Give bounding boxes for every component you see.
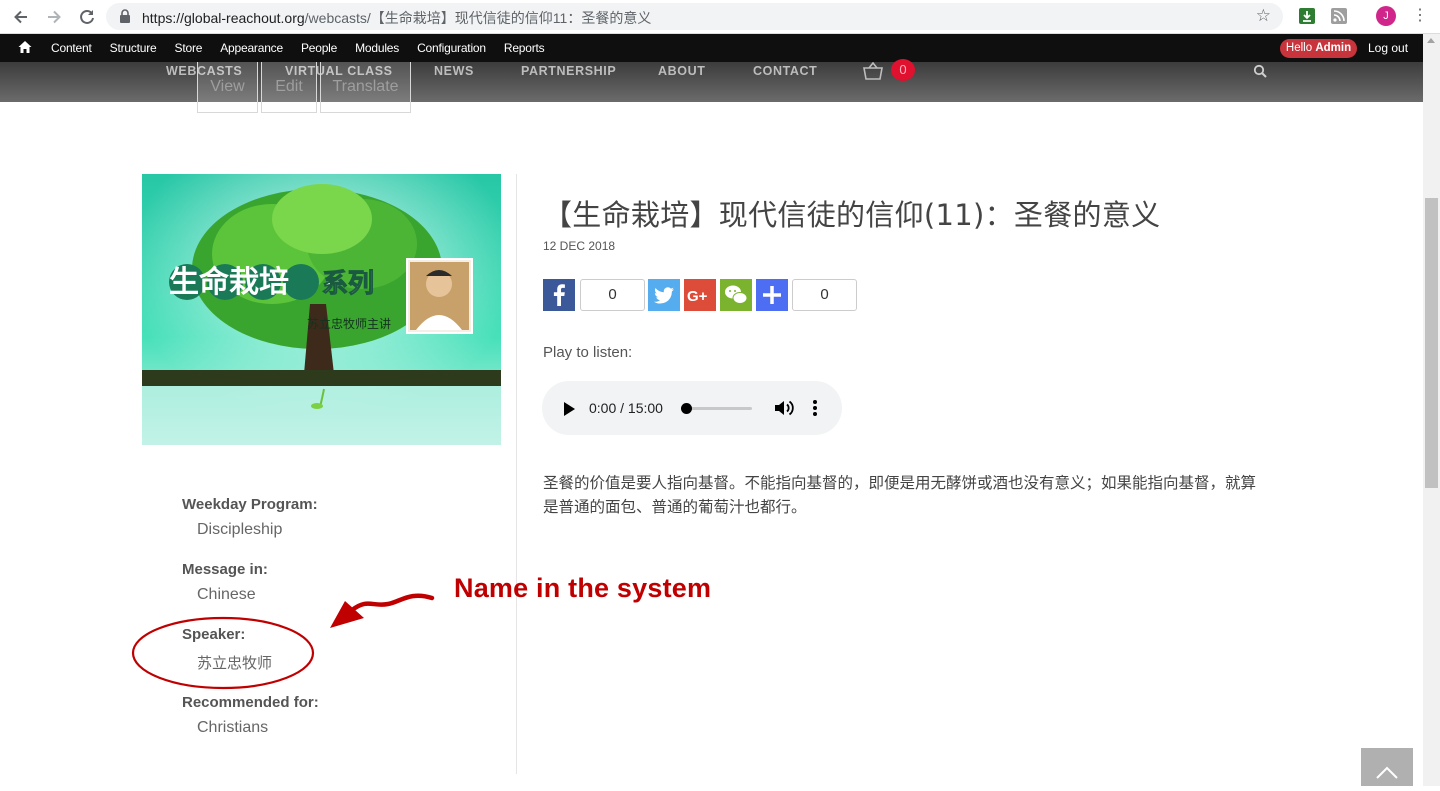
tab-view[interactable]: View: [197, 62, 258, 113]
meta-label-speaker: Speaker:: [182, 626, 246, 643]
search-icon[interactable]: [1253, 64, 1267, 78]
volume-icon[interactable]: [774, 399, 794, 417]
more-vert-icon[interactable]: ⋮: [1412, 6, 1428, 26]
logout-link[interactable]: Log out: [1368, 34, 1408, 62]
url-text[interactable]: https://global-reachout.org/webcasts/【生命…: [142, 8, 651, 28]
hero-series-text: 系列: [322, 269, 374, 299]
audio-progress-knob[interactable]: [681, 403, 692, 414]
meta-value-recommended-for[interactable]: Christians: [197, 719, 268, 737]
admin-toolbar: Content Structure Store Appearance Peopl…: [0, 34, 1440, 62]
nav-about[interactable]: ABOUT: [658, 62, 705, 80]
webcast-description: 圣餐的价值是要人指向基督。不能指向基督的，即便是用无酵饼或酒也没有意义；如果能指…: [543, 474, 1257, 516]
address-bar[interactable]: https://global-reachout.org/webcasts/【生命…: [106, 3, 1283, 30]
scroll-up-arrow-icon[interactable]: [1427, 38, 1435, 43]
profile-avatar[interactable]: J: [1376, 6, 1396, 26]
site-header: WEBCASTS VIRTUAL CLASS NEWS PARTNERSHIP …: [0, 59, 1423, 113]
audio-time: 0:00 / 15:00: [589, 400, 663, 416]
meta-label-weekday-program: Weekday Program:: [182, 496, 318, 513]
google-plus-icon[interactable]: G+: [684, 279, 716, 311]
nav-news[interactable]: NEWS: [434, 62, 474, 80]
admin-menu: Content Structure Store Appearance Peopl…: [51, 34, 562, 62]
admin-menu-store[interactable]: Store: [175, 34, 203, 62]
home-icon[interactable]: [18, 40, 32, 54]
cart-icon[interactable]: [862, 62, 884, 80]
audio-progress-track[interactable]: [684, 407, 752, 410]
nav-contact[interactable]: CONTACT: [753, 62, 817, 80]
admin-menu-structure[interactable]: Structure: [110, 34, 157, 62]
local-tasks-tabs: View Edit Translate: [197, 62, 414, 113]
lock-icon: [120, 9, 130, 23]
webcast-title: 【生命栽培】现代信徒的信仰(11)：圣餐的意义: [543, 198, 1161, 232]
user-account-badge[interactable]: Hello Admin: [1280, 39, 1357, 58]
admin-menu-reports[interactable]: Reports: [504, 34, 545, 62]
nav-partnership[interactable]: PARTNERSHIP: [521, 62, 616, 80]
admin-menu-modules[interactable]: Modules: [355, 34, 399, 62]
annotation-text: Name in the system: [454, 573, 712, 603]
admin-menu-people[interactable]: People: [301, 34, 337, 62]
play-icon[interactable]: [564, 402, 575, 416]
addthis-plus-icon[interactable]: [756, 279, 788, 311]
wechat-icon[interactable]: [720, 279, 752, 311]
star-icon[interactable]: ☆: [1256, 6, 1271, 26]
admin-menu-content[interactable]: Content: [51, 34, 92, 62]
svg-text:G+: G+: [687, 288, 708, 305]
meta-label-message-in: Message in:: [182, 561, 268, 578]
page-scrollbar[interactable]: [1423, 34, 1440, 786]
meta-value-weekday-program[interactable]: Discipleship: [197, 521, 282, 539]
facebook-icon[interactable]: [543, 279, 575, 311]
twitter-icon[interactable]: [648, 279, 680, 311]
back-to-top-button[interactable]: [1361, 748, 1413, 786]
tab-translate[interactable]: Translate: [320, 62, 411, 113]
meta-value-speaker[interactable]: 苏立忠牧师: [197, 652, 272, 673]
browser-chrome: https://global-reachout.org/webcasts/【生命…: [0, 0, 1440, 34]
addthis-share-count: 0: [792, 279, 857, 311]
facebook-share-count: 0: [580, 279, 645, 311]
column-divider: [516, 174, 517, 774]
annotation-arrowhead: [330, 601, 364, 628]
annotation-arrow: [349, 593, 435, 613]
scroll-thumb[interactable]: [1425, 198, 1438, 488]
audio-more-options-icon[interactable]: [812, 399, 818, 417]
play-to-listen-label: Play to listen:: [543, 344, 633, 361]
cart-count-badge: 0: [891, 59, 915, 81]
download-extension-icon[interactable]: [1299, 8, 1315, 24]
meta-value-message-in[interactable]: Chinese: [197, 586, 256, 604]
back-arrow-icon[interactable]: [11, 7, 31, 27]
hero-byline-text: 苏立忠牧师主讲: [307, 316, 391, 331]
rss-extension-icon[interactable]: [1331, 8, 1347, 24]
hero-title-text: 生命栽培: [169, 265, 289, 300]
admin-menu-configuration[interactable]: Configuration: [417, 34, 486, 62]
webcast-date: 12 DEC 2018: [543, 239, 616, 253]
audio-player: 0:00 / 15:00: [542, 381, 842, 435]
chevron-up-icon: [1376, 766, 1398, 779]
forward-arrow-icon[interactable]: [44, 7, 64, 27]
meta-label-recommended-for: Recommended for:: [182, 694, 319, 711]
tab-edit[interactable]: Edit: [261, 62, 317, 113]
reload-icon[interactable]: [77, 7, 97, 27]
admin-menu-appearance[interactable]: Appearance: [220, 34, 283, 62]
webcast-cover-image: 生命栽培 系列 苏立忠牧师主讲: [142, 174, 501, 445]
